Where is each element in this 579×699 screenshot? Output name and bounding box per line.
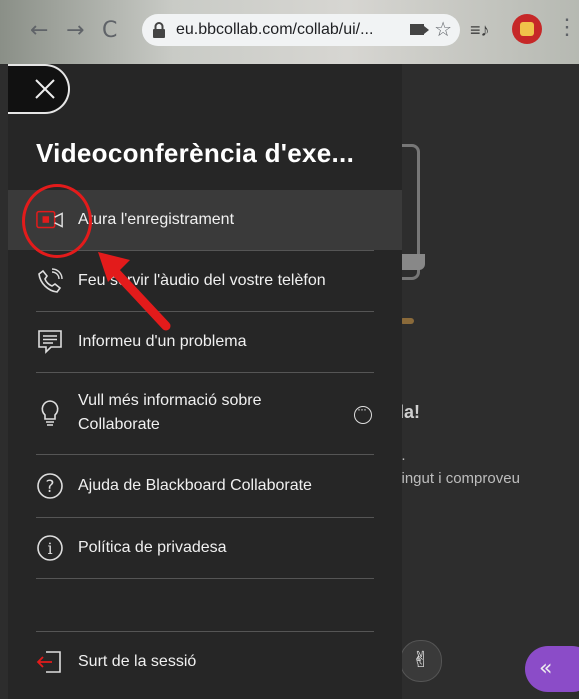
menu-item-label: Vull més informació sobre Collaborate [78, 392, 262, 433]
background-text-line: ntingut i comproveu [389, 470, 520, 487]
camera-icon[interactable] [410, 24, 429, 35]
extension-avatar-icon[interactable] [512, 14, 542, 44]
close-icon [35, 79, 55, 99]
lock-icon [153, 22, 165, 38]
menu-item-phone-audio[interactable]: Feu servir l'àudio del vostre telèfon [8, 251, 402, 311]
forward-icon[interactable]: → [66, 18, 84, 43]
raise-hand-button[interactable]: ✌ [400, 640, 442, 682]
browser-toolbar: ← → C eu.bbcollab.com/collab/ui/... ☆ ≡♪… [0, 0, 579, 64]
menu-item-help[interactable]: ? Ajuda de Blackboard Collaborate [8, 455, 402, 517]
bookmark-star-icon[interactable]: ☆ [434, 17, 452, 42]
highlight-circle-annotation [22, 184, 92, 258]
menu-item-label: Atura l'enregistrament [78, 211, 235, 228]
session-menu: Videoconferència d'exe... Atura l'enregi… [8, 64, 402, 699]
phone-icon [36, 267, 64, 295]
address-url: eu.bbcollab.com/collab/ui/... [176, 21, 374, 38]
lightbulb-icon [36, 399, 64, 427]
exit-icon [36, 648, 64, 676]
session-title: Videoconferència d'exe... [36, 138, 355, 168]
menu-item-label: Ajuda de Blackboard Collaborate [78, 477, 312, 494]
more-options-icon[interactable] [354, 402, 372, 424]
chevron-double-left-icon: « [539, 656, 553, 681]
info-icon: i [36, 534, 64, 562]
menu-item-report-problem[interactable]: Informeu d'un problema [8, 312, 402, 372]
back-icon[interactable]: ← [30, 18, 48, 43]
pointer-arrow-annotation [98, 252, 171, 331]
menu-item-label: Política de privadesa [78, 539, 227, 556]
background-illustration-dot [400, 318, 414, 324]
menu-item-learn-more[interactable]: Vull més informació sobre Collaborate [8, 373, 402, 453]
divider [36, 578, 374, 579]
menu-item-privacy[interactable]: i Política de privadesa [8, 518, 402, 578]
reload-icon[interactable]: C [102, 18, 117, 43]
open-panel-button[interactable]: « [525, 646, 579, 692]
browser-menu-icon[interactable]: ⋮ [556, 16, 578, 38]
svg-text:?: ? [45, 477, 54, 497]
address-bar[interactable]: eu.bbcollab.com/collab/ui/... ☆ [142, 14, 460, 46]
menu-item-label: Surt de la sessió [78, 653, 197, 670]
report-icon [36, 328, 64, 356]
help-icon: ? [36, 472, 64, 500]
menu-item-leave-session[interactable]: Surt de la sessió [8, 632, 402, 692]
close-menu-button[interactable] [8, 64, 70, 114]
svg-text:i: i [47, 539, 52, 558]
media-control-icon[interactable]: ≡♪ [470, 20, 490, 41]
